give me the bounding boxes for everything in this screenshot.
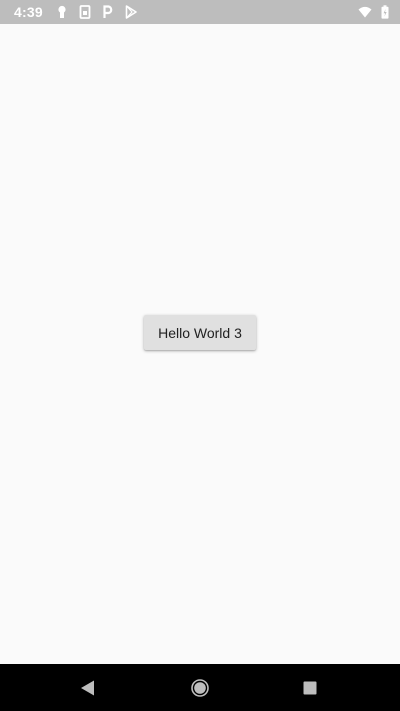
play-store-icon	[124, 5, 138, 19]
wifi-icon	[358, 5, 372, 19]
main-content: Hello World 3	[0, 24, 400, 664]
notification-icons	[55, 5, 138, 19]
battery-icon	[378, 5, 392, 19]
system-icons	[358, 5, 392, 19]
sim-card-icon	[78, 5, 92, 19]
status-bar: 4:39	[0, 0, 400, 24]
hello-world-button[interactable]: Hello World 3	[144, 315, 256, 350]
home-icon[interactable]	[186, 674, 214, 702]
parking-icon	[101, 5, 115, 19]
navigation-bar	[0, 664, 400, 711]
back-icon[interactable]	[74, 674, 102, 702]
recents-icon[interactable]	[296, 674, 324, 702]
status-time: 4:39	[14, 4, 43, 20]
keyhole-icon	[55, 5, 69, 19]
